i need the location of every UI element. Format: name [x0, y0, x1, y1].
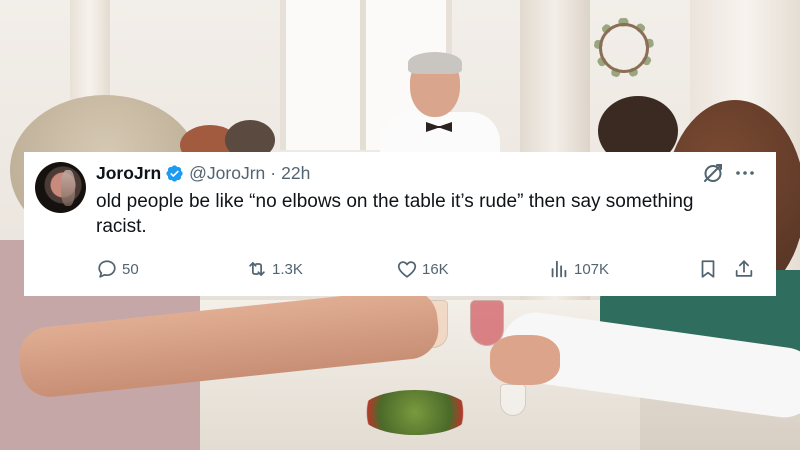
verified-badge-icon	[165, 164, 184, 183]
share-button[interactable]	[733, 256, 755, 282]
tweet-text: old people be like “no elbows on the tab…	[96, 191, 694, 237]
display-name[interactable]: JoroJrn	[96, 163, 161, 184]
candle-glass	[500, 384, 526, 416]
heart-icon	[397, 261, 417, 278]
share-icon	[735, 260, 753, 277]
bookmark-button[interactable]	[697, 256, 719, 282]
like-button[interactable]: 16K	[396, 256, 449, 282]
user-handle[interactable]: @JoroJrn	[189, 163, 265, 184]
reply-icon	[98, 260, 116, 278]
salad-dish	[360, 390, 470, 435]
standing-man-hair	[408, 52, 462, 74]
avatar[interactable]	[35, 162, 86, 213]
separator-dot: ·	[270, 162, 277, 183]
grok-icon[interactable]	[701, 161, 725, 185]
retweet-icon	[249, 262, 265, 276]
views-button[interactable]: 107K	[548, 256, 609, 282]
timestamp[interactable]: 22h	[281, 163, 310, 184]
like-count: 16K	[422, 260, 449, 278]
tweet-actions: 50 1.3K 16K 107K	[96, 256, 758, 282]
retweet-count: 1.3K	[272, 260, 303, 278]
tweet-card: JoroJrn @JoroJrn · 22h old people be lik…	[24, 152, 776, 296]
tweet-header: JoroJrn @JoroJrn · 22h	[96, 162, 310, 184]
reply-count: 50	[122, 260, 139, 278]
views-count: 107K	[574, 260, 610, 278]
reply-button[interactable]: 50	[96, 256, 139, 282]
bookmark-icon	[701, 260, 715, 278]
more-icon[interactable]	[733, 161, 757, 185]
retweet-button[interactable]: 1.3K	[246, 256, 303, 282]
views-icon	[551, 260, 567, 278]
wreath	[594, 18, 654, 78]
guest-hand	[490, 335, 560, 385]
